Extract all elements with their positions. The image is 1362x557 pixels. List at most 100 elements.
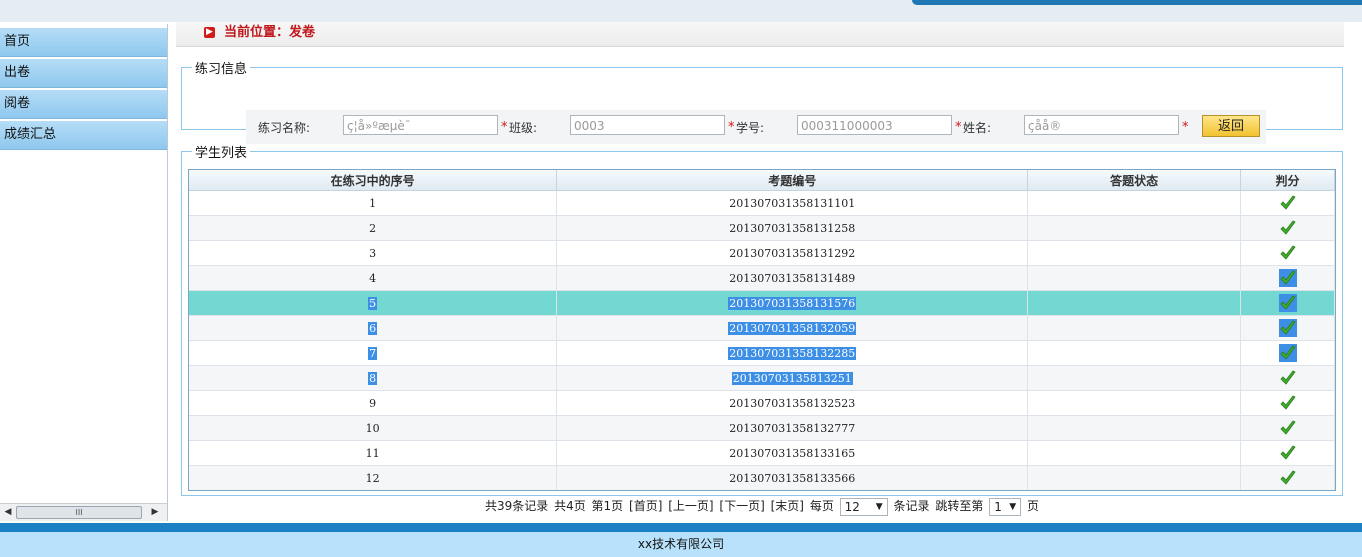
student-name-label: 姓名: (963, 121, 992, 135)
row-question-code-cell: 201307031358132285 (556, 340, 1029, 366)
table-row[interactable]: 7 201307031358132285 (189, 340, 1335, 366)
chevron-down-icon: ▼ (1009, 501, 1017, 512)
pager-per-page-suffix: 条记录 (893, 499, 930, 513)
row-question-code: 201307031358131292 (729, 246, 856, 260)
student-list-legend: 学生列表 (195, 146, 248, 161)
sidebar-item-grade-paper[interactable]: 阅卷 (0, 90, 167, 119)
table-row[interactable]: 12 201307031358133566 (189, 465, 1335, 490)
pager-prev-link[interactable]: [上一页] (668, 499, 713, 513)
pager-jump-suffix: 页 (1027, 499, 1040, 513)
row-question-code: 201307031358132285 (728, 346, 857, 360)
table-row[interactable]: 1 201307031358131101 (189, 190, 1335, 216)
row-question-code-cell: 201307031358131101 (556, 190, 1029, 216)
pager-next-link[interactable]: [下一页] (719, 499, 764, 513)
jump-page-select[interactable]: 1 ▼ (989, 497, 1022, 516)
pager-total-pages: 共4页 (554, 499, 586, 513)
row-sequence: 5 (368, 296, 378, 310)
grade-check-icon[interactable] (1279, 244, 1297, 262)
column-header-answer-status: 答题状态 (1027, 170, 1242, 191)
grade-check-icon[interactable] (1279, 394, 1297, 412)
grade-check-icon[interactable] (1278, 269, 1297, 287)
row-sequence: 6 (368, 321, 378, 335)
exercise-name-field[interactable]: ç¦å»ºæµè¯ (343, 115, 498, 135)
row-sequence: 11 (365, 446, 380, 460)
class-label: 班级: (509, 121, 538, 135)
row-sequence-cell: 12 (189, 465, 558, 490)
exercise-name-label: 练习名称: (258, 121, 311, 135)
grade-check-icon[interactable] (1279, 369, 1297, 387)
row-question-code: 201307031358133566 (729, 471, 856, 485)
student-number-required-mark: * (955, 120, 962, 135)
row-question-code: 201307031358132523 (729, 396, 856, 410)
pager-jump-prefix: 跳转至第 (935, 499, 984, 513)
grade-check-icon[interactable] (1278, 319, 1297, 337)
grade-check-icon[interactable] (1279, 194, 1297, 212)
student-list-table-container: 在练习中的序号 考题编号 答题状态 判分 1 201307031358131101… (188, 169, 1336, 491)
row-question-code-cell: 201307031358132059 (556, 315, 1029, 341)
exercise-info-row: 练习名称: ç¦å»ºæµè¯ * 班级: 0003 * 学号: 0003110… (246, 110, 1266, 144)
scroll-right-icon[interactable]: ▶ (149, 507, 161, 517)
grade-check-icon[interactable] (1278, 344, 1297, 362)
footer-copyright: xx技术有限公司 (0, 532, 1362, 557)
row-question-code-cell: 201307031358131292 (556, 240, 1029, 266)
page-vertical-scroll-area (1352, 22, 1362, 522)
scrollbar-thumb[interactable]: III (16, 506, 142, 519)
row-answer-status (1027, 240, 1242, 266)
sidebar-item-score-summary[interactable]: 成绩汇总 (0, 121, 167, 150)
table-row[interactable]: 8 20130703135813251 (189, 365, 1335, 391)
row-sequence-cell: 11 (189, 440, 558, 466)
pager-total-records: 共39条记录 (484, 499, 549, 513)
table-row[interactable]: 2 201307031358131258 (189, 215, 1335, 241)
back-button[interactable]: 返回 (1202, 115, 1260, 137)
pager-last-link[interactable]: [末页] (771, 499, 804, 513)
pagination-bar: 共39条记录 共4页 第1页 [首页] [上一页] [下一页] [末页] 每页 … (182, 497, 1342, 516)
sidebar-item-home[interactable]: 首页 (0, 28, 167, 57)
top-banner-tab (912, 0, 1362, 5)
student-number-field[interactable]: 000311000003 (797, 115, 952, 135)
table-row[interactable]: 11 201307031358133165 (189, 440, 1335, 466)
row-answer-status (1027, 415, 1242, 441)
sidebar: 首页 出卷 阅卷 成绩汇总 ◀ III ▶ (0, 24, 168, 521)
per-page-value: 12 (844, 499, 860, 514)
row-answer-status (1027, 440, 1242, 466)
location-arrow-icon: ▶ (204, 27, 215, 38)
table-row[interactable]: 5 201307031358131576 (189, 290, 1335, 316)
row-sequence-cell: 4 (189, 265, 558, 291)
row-answer-status (1027, 365, 1242, 391)
table-row[interactable]: 10 201307031358132777 (189, 415, 1335, 441)
table-row[interactable]: 6 201307031358132059 (189, 315, 1335, 341)
row-sequence-cell: 6 (189, 315, 558, 341)
row-question-code: 201307031358133165 (729, 446, 856, 460)
grade-check-icon[interactable] (1278, 294, 1297, 312)
table-row[interactable]: 4 201307031358131489 (189, 265, 1335, 291)
row-question-code-cell: 201307031358131576 (556, 290, 1029, 316)
main-content: ▶ 当前位置：发卷 练习信息 练习名称: ç¦å»ºæµè¯ * 班级: 000… (176, 22, 1344, 522)
breadcrumb-text: 当前位置：发卷 (224, 25, 316, 40)
row-question-code-cell: 201307031358131258 (556, 215, 1029, 241)
column-header-grading: 判分 (1240, 170, 1335, 191)
student-name-field[interactable]: çåå® (1024, 115, 1179, 135)
class-field[interactable]: 0003 (570, 115, 725, 135)
per-page-select[interactable]: 12 ▼ (839, 497, 888, 516)
class-required-mark: * (728, 120, 735, 135)
row-grade-cell (1240, 465, 1335, 490)
table-row[interactable]: 9 201307031358132523 (189, 390, 1335, 416)
grade-check-icon[interactable] (1279, 469, 1297, 487)
row-question-code-cell: 201307031358131489 (556, 265, 1029, 291)
row-sequence-cell: 2 (189, 215, 558, 241)
row-question-code-cell: 201307031358133566 (556, 465, 1029, 490)
row-grade-cell (1240, 415, 1335, 441)
sidebar-item-create-paper[interactable]: 出卷 (0, 59, 167, 88)
row-question-code-cell: 201307031358132777 (556, 415, 1029, 441)
row-question-code-cell: 201307031358132523 (556, 390, 1029, 416)
footer: xx技术有限公司 (0, 523, 1362, 557)
scroll-left-icon[interactable]: ◀ (2, 507, 14, 517)
row-question-code: 20130703135813251 (731, 371, 853, 385)
pager-first-link[interactable]: [首页] (629, 499, 662, 513)
grade-check-icon[interactable] (1279, 444, 1297, 462)
sidebar-horizontal-scrollbar[interactable]: ◀ III ▶ (0, 503, 167, 521)
grade-check-icon[interactable] (1279, 219, 1297, 237)
table-row[interactable]: 3 201307031358131292 (189, 240, 1335, 266)
row-grade-cell (1240, 215, 1335, 241)
grade-check-icon[interactable] (1279, 419, 1297, 437)
